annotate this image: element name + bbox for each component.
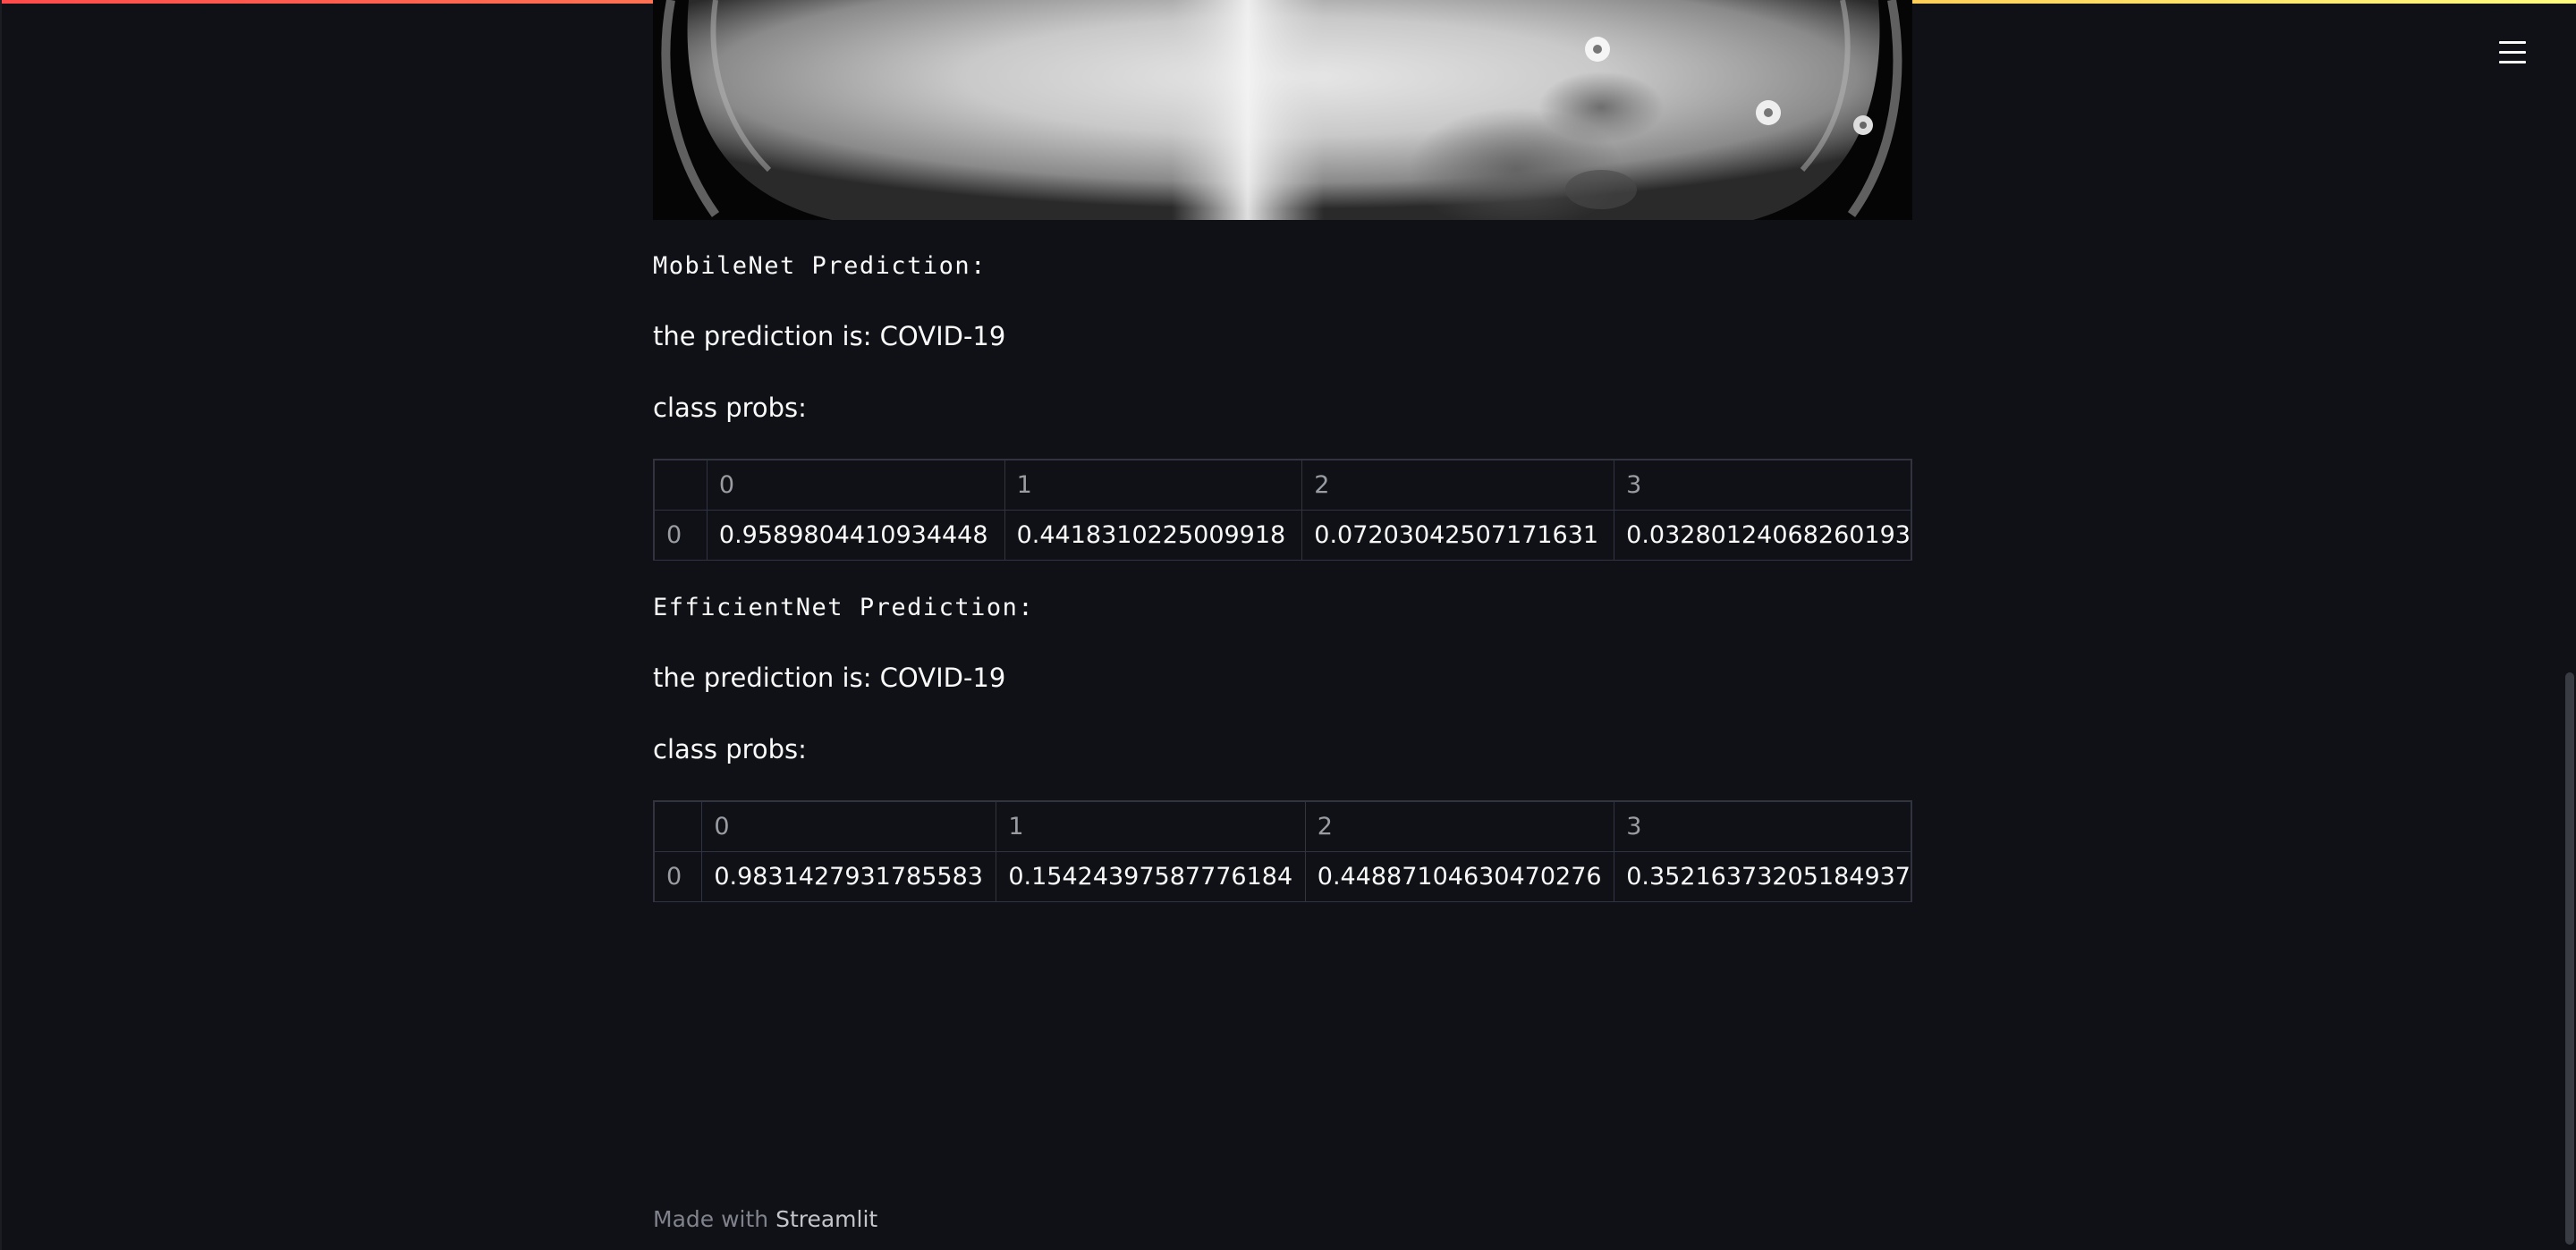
row-index-cell: 0	[654, 851, 703, 901]
table-row: 0 0.9831427931785583 0.15424397587776184…	[654, 851, 1911, 901]
table-cell[interactable]: 0.44887104630470276	[1304, 851, 1615, 901]
column-header[interactable]: 0	[701, 801, 997, 852]
mobilenet-probs-label: class probs:	[653, 393, 807, 423]
table-cell[interactable]: 0.35216373205184937	[1614, 851, 1911, 901]
column-header[interactable]: 1	[996, 801, 1306, 852]
column-header[interactable]: 3	[1614, 801, 1911, 852]
footer: Made with Streamlit	[653, 1206, 877, 1232]
main-menu-button[interactable]	[2494, 34, 2531, 72]
table-header-row: 0 1 2 3	[654, 460, 1911, 511]
efficientnet-probs-table[interactable]: 0 1 2 3 0 0.9831427931785583 0.154243975…	[653, 800, 1912, 902]
column-header[interactable]: 1	[1004, 460, 1303, 511]
table-header-row: 0 1 2 3	[654, 801, 1911, 852]
efficientnet-prediction-text: the prediction is: COVID-19	[653, 663, 1006, 693]
column-header[interactable]: 0	[706, 460, 1005, 511]
row-index-cell: 0	[654, 510, 708, 560]
mobilenet-prediction-text: the prediction is: COVID-19	[653, 321, 1006, 351]
mobilenet-probs-table[interactable]: 0 1 2 3 0 0.9589804410934448 0.441831022…	[653, 459, 1912, 561]
index-header-cell	[654, 801, 703, 852]
table-cell[interactable]: 0.15424397587776184	[996, 851, 1306, 901]
table-row: 0 0.9589804410934448 0.4418310225009918 …	[654, 510, 1911, 560]
window-left-edge	[0, 0, 2, 1250]
index-header-cell	[654, 460, 708, 511]
mobilenet-heading: MobileNet Prediction:	[653, 252, 987, 280]
table-cell[interactable]: 0.07203042507171631	[1301, 510, 1615, 560]
chest-xray-image	[653, 0, 1912, 220]
table-cell[interactable]: 0.4418310225009918	[1004, 510, 1303, 560]
page-scrollbar-thumb[interactable]	[2565, 672, 2574, 1245]
footer-prefix: Made with	[653, 1206, 776, 1232]
table-cell[interactable]: 0.9831427931785583	[701, 851, 997, 901]
column-header[interactable]: 2	[1304, 801, 1615, 852]
table-cell[interactable]: 0.03280124068260193	[1614, 510, 1911, 560]
column-header[interactable]: 3	[1614, 460, 1911, 511]
efficientnet-heading: EfficientNet Prediction:	[653, 594, 1035, 621]
column-header[interactable]: 2	[1301, 460, 1615, 511]
efficientnet-probs-label: class probs:	[653, 734, 807, 764]
table-cell[interactable]: 0.9589804410934448	[706, 510, 1005, 560]
streamlit-link[interactable]: Streamlit	[775, 1206, 877, 1232]
